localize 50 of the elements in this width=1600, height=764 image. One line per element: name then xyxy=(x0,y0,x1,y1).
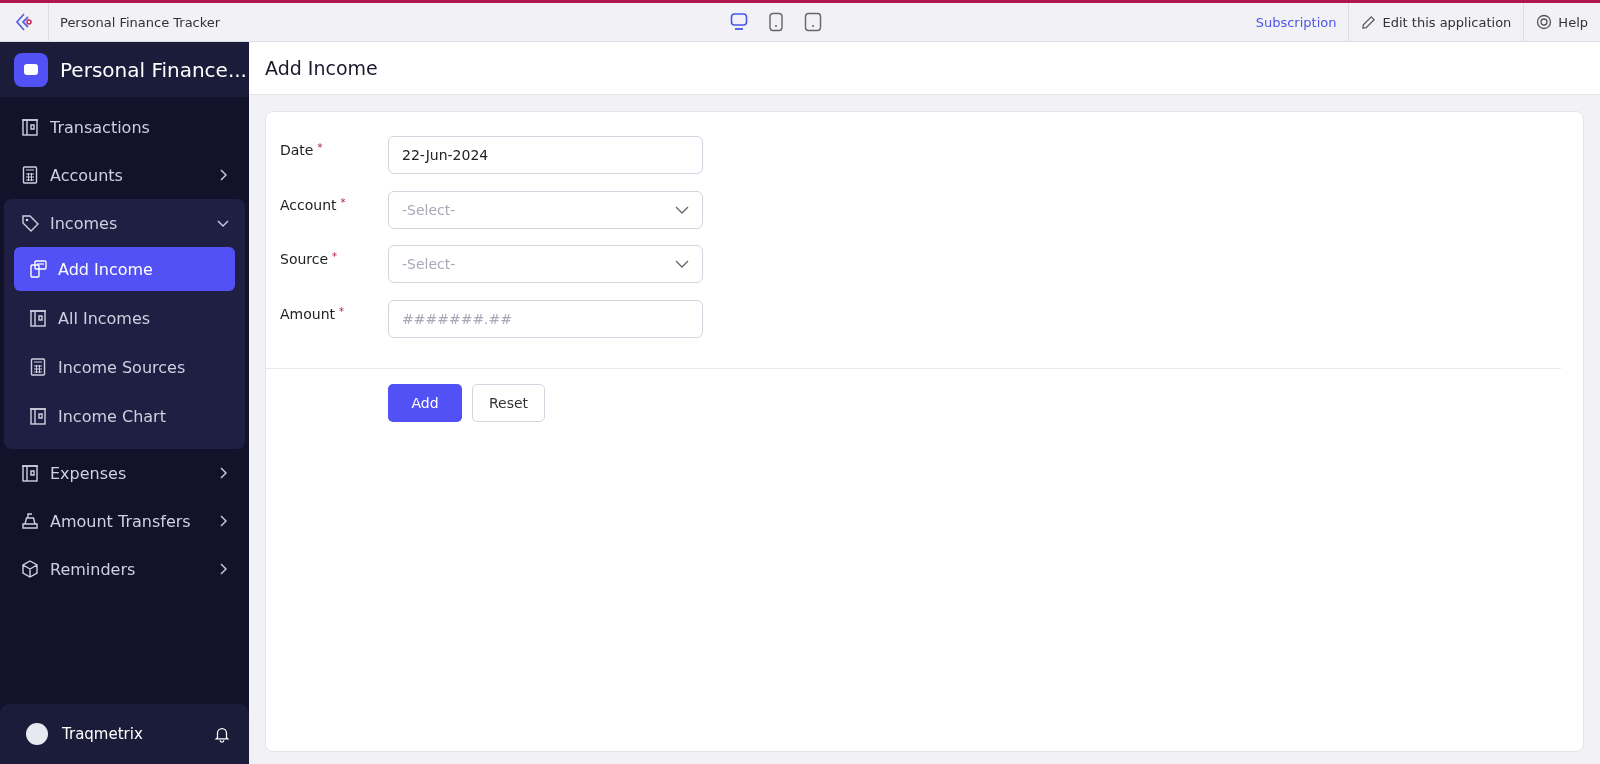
sidebar-subitem[interactable]: Income Sources xyxy=(14,345,235,389)
sidebar-item[interactable]: Expenses xyxy=(4,449,245,497)
sidebar-item[interactable]: Transactions xyxy=(4,103,245,151)
avatar xyxy=(26,723,48,745)
calculator-icon xyxy=(20,165,40,185)
bell-icon[interactable] xyxy=(213,725,231,743)
add-button[interactable]: Add xyxy=(388,384,462,422)
sidebar-item[interactable]: Incomes xyxy=(4,199,245,247)
required-mark: * xyxy=(339,305,344,319)
required-mark: * xyxy=(332,251,338,264)
input-field[interactable]: 22-Jun-2024 xyxy=(388,136,703,174)
input-field[interactable]: #######.## xyxy=(388,299,703,338)
sidebar-subitem[interactable]: All Incomes xyxy=(14,296,235,340)
wallet-icon xyxy=(14,52,48,87)
sidebar-item[interactable]: Accounts xyxy=(4,151,245,199)
field-label: Account xyxy=(280,196,337,213)
sidebar-item[interactable]: Reminders xyxy=(4,545,245,593)
logo-icon[interactable] xyxy=(14,12,34,32)
field-label: Source xyxy=(280,251,329,267)
field-label: Amount xyxy=(280,305,335,322)
subscription-link[interactable]: Subscription xyxy=(1243,3,1349,41)
required-mark: * xyxy=(340,196,346,210)
phone-icon[interactable] xyxy=(804,12,822,32)
chevron-down-icon xyxy=(675,204,689,215)
desktop-icon[interactable] xyxy=(730,12,748,32)
card-icon xyxy=(20,117,40,137)
app-title: Personal Finance Tracker xyxy=(60,14,222,30)
sidebar-subitem[interactable]: Add Income xyxy=(14,247,235,291)
chevron-down-icon xyxy=(675,259,689,269)
field-label: Date xyxy=(280,142,314,158)
card-icon xyxy=(28,308,48,328)
tablet-icon[interactable] xyxy=(768,12,784,32)
reset-button[interactable]: Reset xyxy=(472,384,546,422)
sidebar-item[interactable]: Amount Transfers xyxy=(4,497,245,545)
calculator-icon xyxy=(28,357,48,377)
sidebar-subitem[interactable]: Income Chart xyxy=(14,394,235,438)
form-icon xyxy=(28,259,48,279)
card-icon xyxy=(20,463,40,483)
cube-icon xyxy=(20,559,40,579)
edit-application-link[interactable]: Edit this application xyxy=(1348,3,1524,41)
page-title: Add Income xyxy=(265,57,378,79)
required-mark: * xyxy=(317,142,323,155)
card-icon xyxy=(28,406,48,426)
user-name: Traqmetrix xyxy=(62,725,144,743)
help-link[interactable]: Help xyxy=(1523,3,1600,41)
tag-icon xyxy=(20,213,40,233)
cash-register-icon xyxy=(20,511,40,531)
pencil-icon xyxy=(1361,14,1377,30)
app-name: Personal Finance... xyxy=(60,57,247,82)
help-icon xyxy=(1536,14,1553,30)
